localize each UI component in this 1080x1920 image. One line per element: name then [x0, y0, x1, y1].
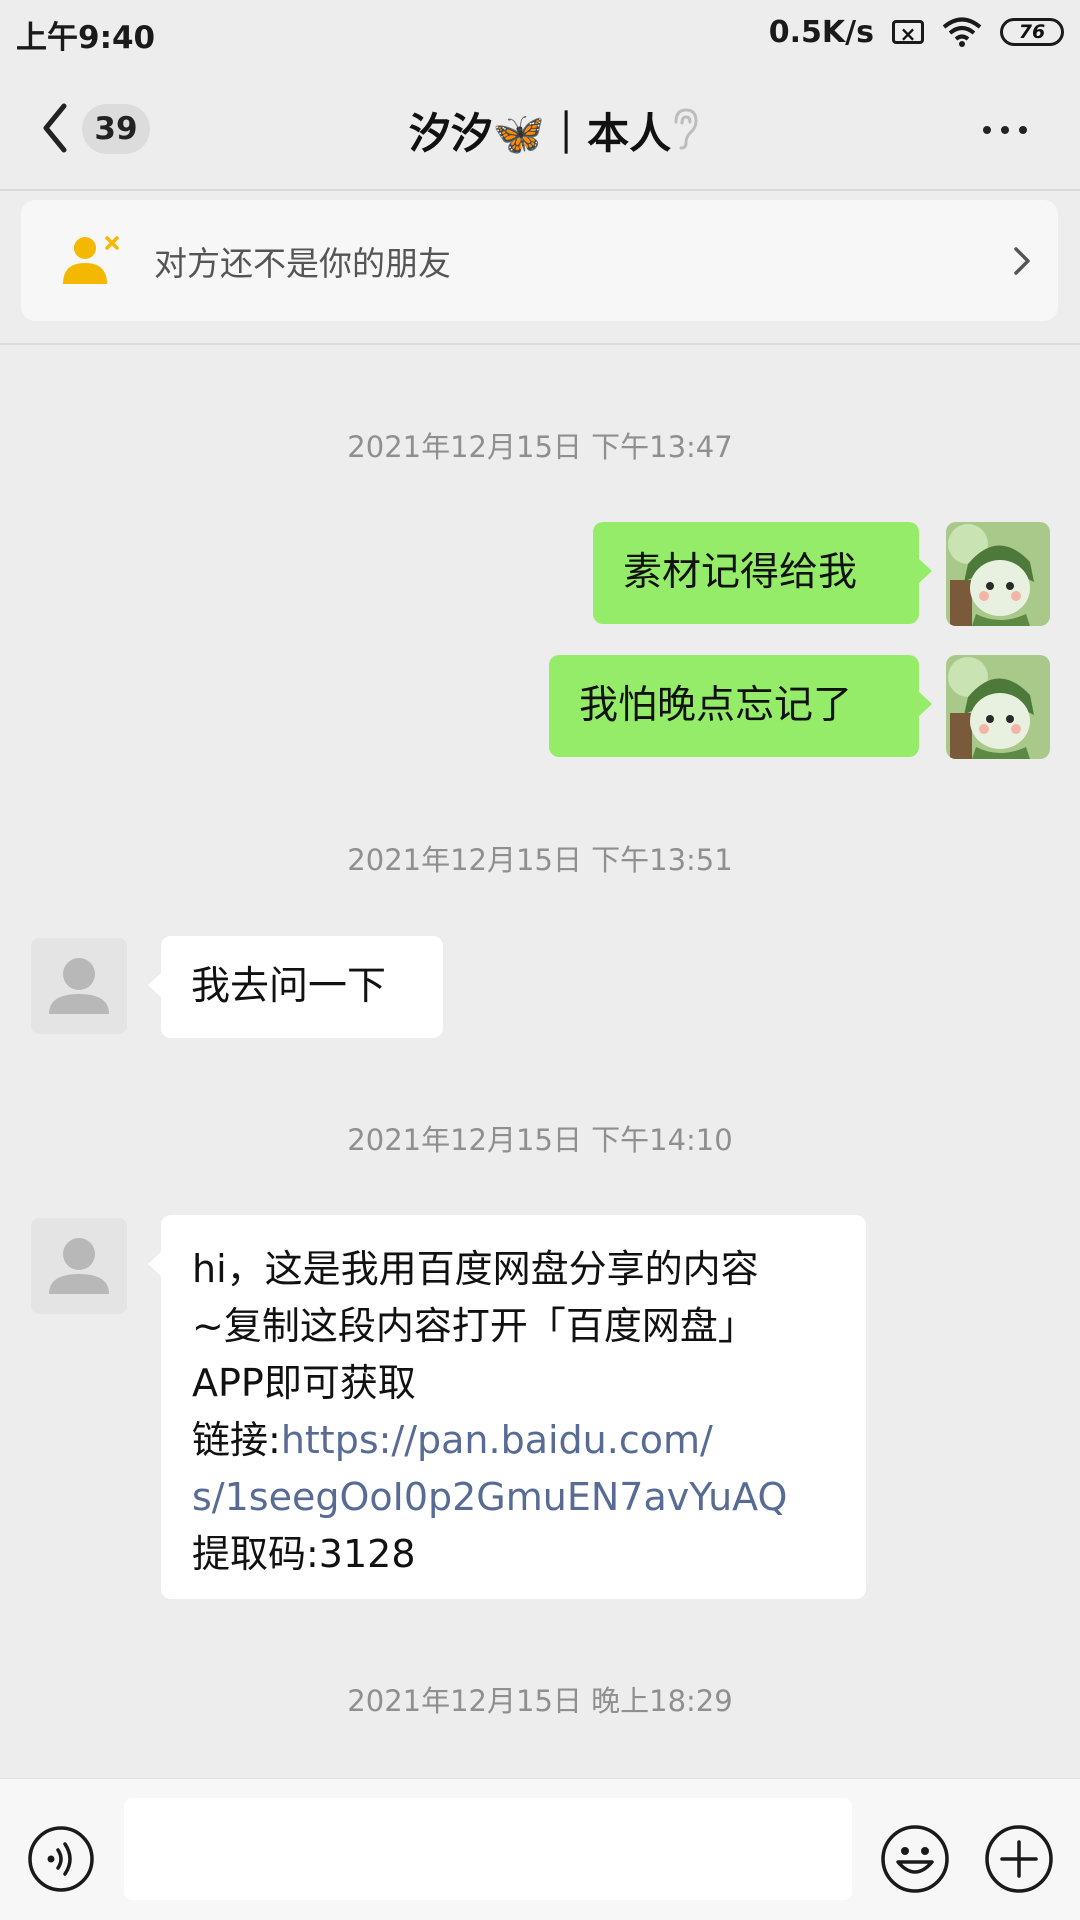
bubble-tail	[148, 972, 162, 998]
voice-icon[interactable]	[27, 1825, 95, 1893]
not-friend-banner[interactable]: 对方还不是你的朋友	[21, 200, 1058, 321]
chat-screen: 上午9:40 0.5K/s × 76 39 汐汐🦋｜本人 对方还不是你的朋友 2…	[0, 0, 1080, 1920]
status-indicators: 0.5K/s × 76	[769, 12, 1064, 52]
status-bar: 上午9:40 0.5K/s × 76	[0, 0, 1080, 66]
sent-message-bubble[interactable]: 素材记得给我	[593, 522, 932, 624]
avatar-image	[946, 655, 1050, 759]
avatar-image	[946, 522, 1050, 626]
message-text: 我去问一下	[191, 964, 387, 1009]
network-speed: 0.5K/s	[768, 14, 874, 50]
chat-title[interactable]: 汐汐🦋｜本人	[200, 100, 880, 161]
share-link-continued[interactable]: s/1seegOoI0p2GmuEN7avYuAQ	[192, 1469, 836, 1526]
wifi-icon	[942, 17, 982, 47]
emoji-icon[interactable]	[880, 1824, 950, 1894]
chat-header: 39 汐汐🦋｜本人	[0, 66, 1080, 190]
header-divider	[0, 189, 1080, 191]
my-avatar[interactable]	[946, 655, 1050, 759]
bubble-tail	[918, 558, 932, 584]
unread-count-badge[interactable]: 39	[82, 104, 150, 154]
contact-avatar[interactable]	[31, 1218, 127, 1314]
message-timestamp: 2021年12月15日 下午13:51	[347, 843, 733, 877]
more-icon[interactable]	[980, 120, 1030, 140]
banner-divider	[0, 343, 1080, 345]
bubble-tail	[918, 691, 932, 717]
bubble-tail	[148, 1251, 162, 1277]
ear-icon	[674, 108, 698, 150]
message-input[interactable]	[124, 1798, 852, 1900]
add-friend-icon	[63, 236, 119, 284]
message-text: 素材记得给我	[623, 550, 858, 595]
extraction-code: 提取码:3128	[192, 1532, 416, 1576]
link-prefix: 链接:	[192, 1418, 281, 1462]
default-avatar-icon	[49, 1238, 109, 1294]
message-line: APP即可获取	[192, 1361, 416, 1405]
message-timestamp: 2021年12月15日 晚上18:29	[347, 1684, 733, 1718]
contact-avatar[interactable]	[31, 938, 127, 1034]
input-bar	[0, 1778, 1080, 1920]
my-avatar[interactable]	[946, 522, 1050, 626]
message-line: hi，这是我用百度网盘分享的内容	[192, 1247, 759, 1291]
share-link[interactable]: https://pan.baidu.com/	[281, 1418, 713, 1462]
message-timestamp: 2021年12月15日 下午14:10	[347, 1123, 733, 1157]
plus-icon[interactable]	[984, 1824, 1054, 1894]
chevron-right-icon	[1014, 247, 1030, 275]
message-line: ~复制这段内容打开「百度网盘」	[192, 1304, 756, 1348]
sent-message-bubble[interactable]: 我怕晚点忘记了	[549, 655, 932, 757]
message-text: 我怕晚点忘记了	[579, 683, 853, 728]
received-message-bubble[interactable]: hi，这是我用百度网盘分享的内容 ~复制这段内容打开「百度网盘」 APP即可获取…	[148, 1215, 866, 1599]
sim-off-icon: ×	[892, 20, 924, 45]
received-message-bubble[interactable]: 我去问一下	[148, 936, 443, 1038]
battery-indicator: 76	[1000, 18, 1064, 46]
link-line: 链接:https://pan.baidu.com/	[192, 1412, 836, 1469]
not-friend-text: 对方还不是你的朋友	[154, 244, 451, 283]
status-time: 上午9:40	[16, 20, 156, 56]
default-avatar-icon	[49, 958, 109, 1014]
message-timestamp: 2021年12月15日 下午13:47	[347, 430, 733, 464]
back-icon[interactable]	[36, 100, 76, 156]
